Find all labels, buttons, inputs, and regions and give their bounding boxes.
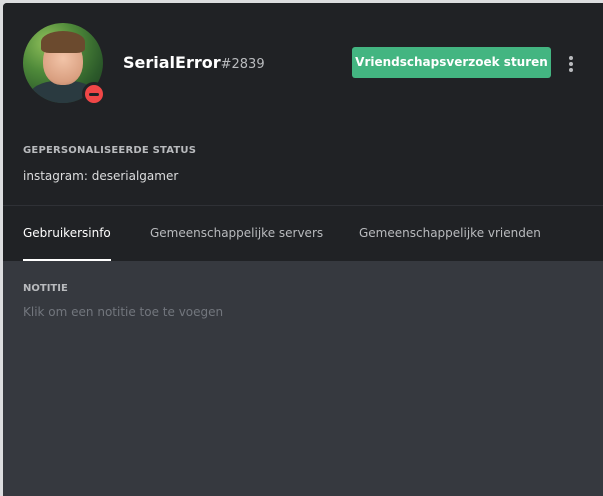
profile-tabs: Gebruikersinfo Gemeenschappelijke server… — [3, 206, 603, 261]
username: SerialError — [123, 53, 221, 72]
username-tag: SerialError#2839 — [123, 53, 265, 75]
overflow-dot — [569, 62, 573, 66]
do-not-disturb-status-icon — [82, 82, 106, 106]
avatar[interactable] — [23, 23, 106, 106]
send-friend-request-button[interactable]: Vriendschapsverzoek sturen — [352, 47, 551, 78]
overflow-dot — [569, 56, 573, 60]
vertical-ellipsis-icon[interactable] — [561, 52, 581, 74]
profile-header: SerialError#2839 Vriendschapsverzoek stu… — [3, 3, 603, 261]
note-heading: NOTITIE — [23, 283, 68, 294]
tab-user-info[interactable]: Gebruikersinfo — [23, 206, 111, 261]
note-input[interactable]: Klik om een notitie toe te voegen — [23, 305, 583, 323]
tab-mutual-servers[interactable]: Gemeenschappelijke servers — [150, 206, 323, 261]
discriminator: #2839 — [220, 57, 265, 72]
tab-mutual-friends[interactable]: Gemeenschappelijke vrienden — [359, 206, 541, 261]
custom-status-text: instagram: deserialgamer — [23, 169, 179, 183]
avatar-hair — [41, 31, 85, 53]
user-profile-modal: SerialError#2839 Vriendschapsverzoek stu… — [3, 3, 603, 496]
custom-status-heading: GEPERSONALISEERDE STATUS — [23, 145, 197, 156]
overflow-dot — [569, 68, 573, 72]
profile-body: NOTITIE Klik om een notitie toe te voege… — [3, 261, 603, 496]
